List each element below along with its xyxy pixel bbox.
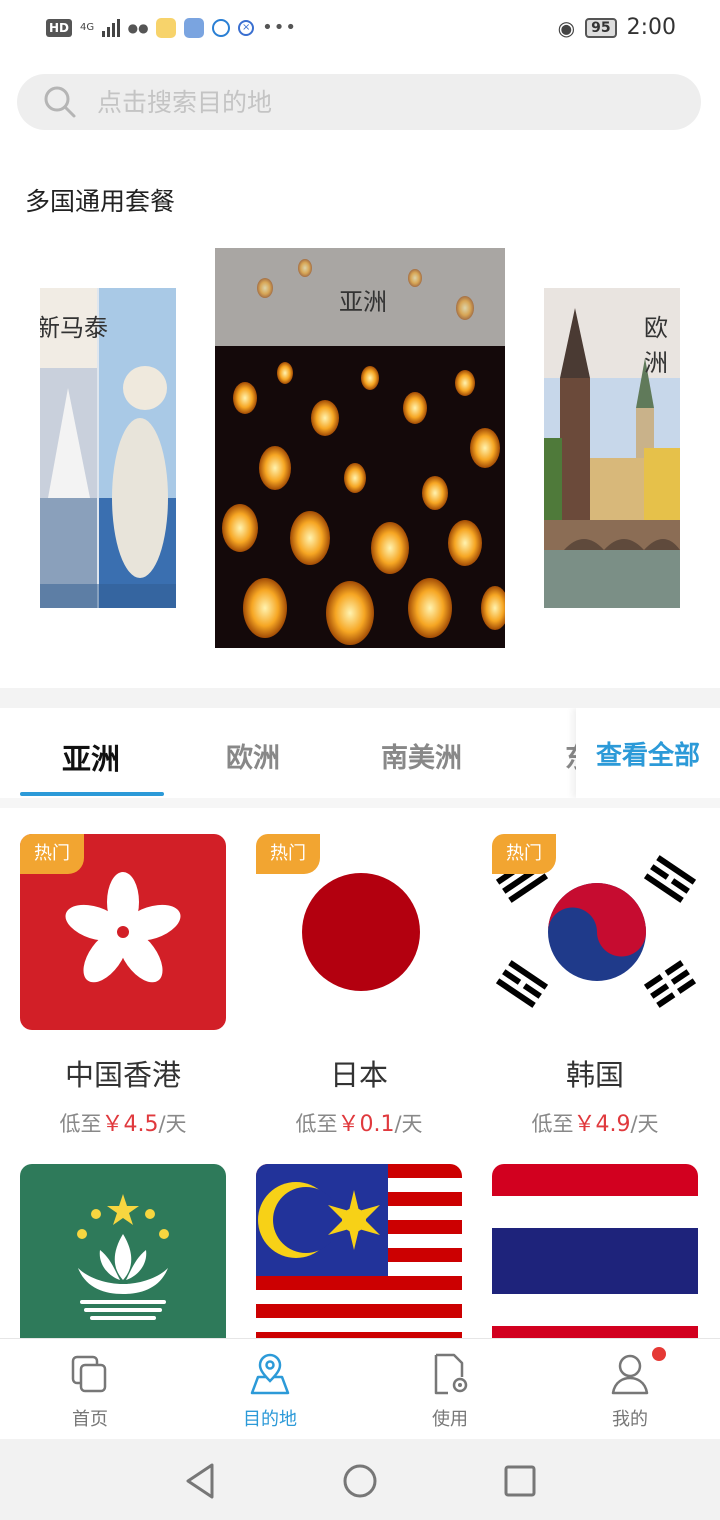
destination-price: 低至￥4.9/天: [492, 1106, 698, 1138]
tab-indicator: [20, 792, 164, 796]
hot-badge: 热门: [256, 834, 320, 874]
price-suffix: /天: [630, 1112, 659, 1136]
search-bar[interactable]: [17, 74, 701, 130]
home-circle-icon[interactable]: [338, 1459, 382, 1503]
nav-label: 目的地: [243, 1409, 297, 1430]
wechat-icon: ●●: [127, 20, 149, 35]
price-value: ￥0.1: [337, 1112, 395, 1137]
region-tabs: 亚洲 欧洲 南美洲 东 查看全部: [0, 708, 720, 798]
system-navigation-bar: [0, 1439, 720, 1520]
settings-doc-icon: [434, 1353, 468, 1395]
notes-app-icon: [156, 17, 177, 38]
price-prefix: 低至: [295, 1112, 338, 1136]
flag-malaysia: [256, 1164, 462, 1360]
eye-comfort-icon: ◉: [557, 15, 576, 40]
search-icon: [43, 85, 77, 119]
price-prefix: 低至: [59, 1112, 102, 1136]
destination-card-japan[interactable]: 热门 日本 低至￥0.1/天: [256, 834, 462, 1138]
destination-price: 低至￥4.5/天: [20, 1106, 226, 1138]
battery-indicator: 95: [585, 17, 617, 38]
tab-europe[interactable]: 欧洲: [226, 736, 280, 775]
flag-hongkong: 热门: [20, 834, 226, 1030]
carousel-label: 欧洲: [644, 314, 668, 377]
carousel-label: 亚洲: [339, 288, 387, 316]
destination-name: 中国香港: [64, 1058, 181, 1092]
price-suffix: /天: [394, 1112, 423, 1136]
hot-badge: 热门: [20, 834, 84, 874]
hd-icon: HD: [46, 18, 73, 37]
destination-card-korea[interactable]: 热门 韩国 低至￥4.9/天: [492, 834, 698, 1138]
bottom-navigation: 首页 目的地 使用 我的: [0, 1338, 720, 1439]
recents-icon[interactable]: [498, 1459, 542, 1503]
flag-japan: 热门: [256, 834, 462, 1030]
network-type: 4G: [80, 21, 95, 33]
nav-label: 我的: [612, 1409, 648, 1430]
carousel-card-europe[interactable]: 欧洲: [544, 288, 680, 608]
price-prefix: 低至: [531, 1112, 574, 1136]
nav-home[interactable]: 首页: [0, 1339, 180, 1439]
tab-asia[interactable]: 亚洲: [62, 736, 120, 778]
map-pin-icon: [250, 1353, 290, 1395]
clock: 2:00: [626, 15, 676, 40]
view-all-button[interactable]: 查看全部: [576, 708, 720, 798]
back-icon[interactable]: [178, 1459, 222, 1503]
flag-thailand: [492, 1164, 698, 1360]
price-value: ￥4.5: [101, 1112, 159, 1137]
hot-badge: 热门: [492, 834, 556, 874]
tab-south-america[interactable]: 南美洲: [381, 736, 462, 775]
destination-card-thailand[interactable]: [492, 1164, 698, 1360]
tabs-divider: [0, 798, 720, 808]
nav-profile[interactable]: 我的: [540, 1339, 720, 1439]
more-notifications-icon: •••: [262, 17, 297, 38]
signal-icon: [102, 18, 121, 37]
carousel-card-asia[interactable]: 亚洲: [215, 248, 505, 648]
carousel-label: 新马泰: [40, 314, 108, 342]
nav-destination[interactable]: 目的地: [180, 1339, 360, 1439]
status-bar: HD 4G ●● × ••• ◉ 95 2:00: [0, 0, 720, 58]
destination-price: 低至￥0.1/天: [256, 1106, 462, 1138]
destination-name: 日本: [329, 1058, 388, 1092]
home-icon: [71, 1355, 107, 1393]
section-title: 多国通用套餐: [25, 187, 176, 216]
carousel-card-xinmatai[interactable]: 新马泰: [40, 288, 176, 608]
price-suffix: /天: [158, 1112, 187, 1136]
destination-name: 韩国: [565, 1058, 624, 1092]
browser-app-icon: [212, 18, 231, 37]
notification-dot: [652, 1347, 666, 1361]
chart-app-icon: [184, 17, 205, 38]
nav-label: 首页: [72, 1409, 108, 1430]
destination-card-macau[interactable]: [20, 1164, 226, 1360]
nav-label: 使用: [432, 1409, 468, 1430]
section-divider: [0, 688, 720, 708]
flag-korea: 热门: [492, 834, 698, 1030]
price-value: ￥4.9: [573, 1112, 631, 1137]
search-input[interactable]: [95, 86, 619, 118]
cross-app-icon: ×: [238, 19, 255, 36]
nav-usage[interactable]: 使用: [360, 1339, 540, 1439]
flag-macau: [20, 1164, 226, 1360]
destination-card-malaysia[interactable]: [256, 1164, 462, 1360]
destination-card-hongkong[interactable]: 热门 中国香港 低至￥4.5/天: [20, 834, 226, 1138]
user-icon: [611, 1354, 649, 1395]
